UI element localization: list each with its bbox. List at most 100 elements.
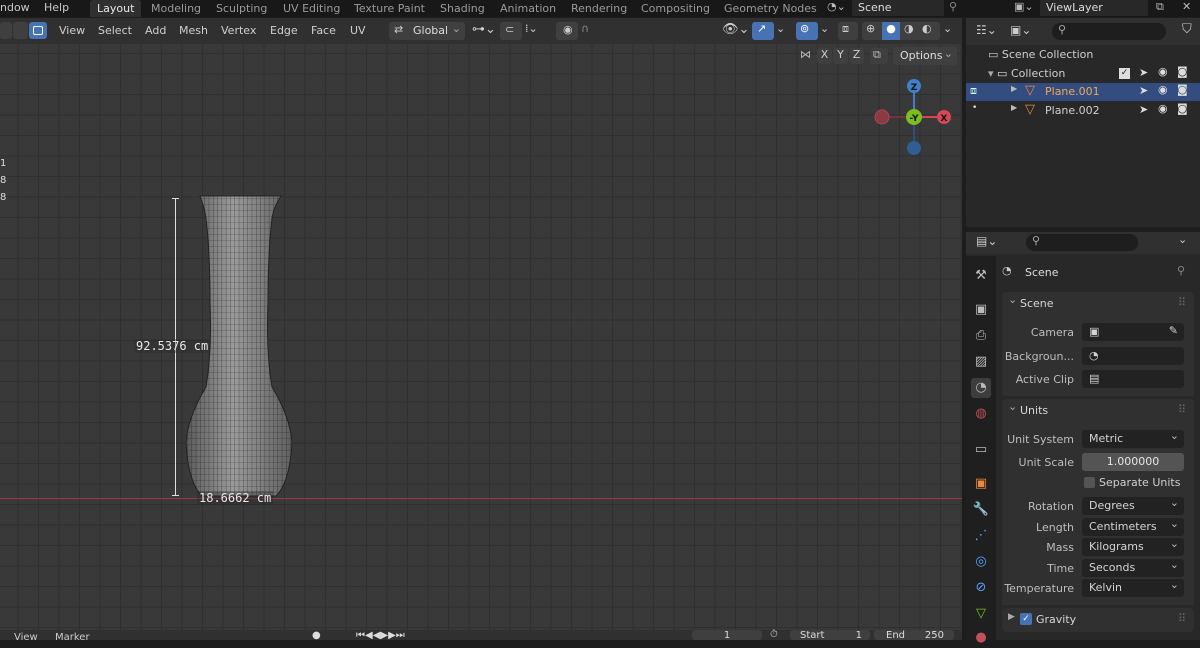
world-tab-icon[interactable]: ◍ [971,404,991,424]
options-chevron-icon[interactable]: ⌄ [1178,233,1187,246]
view-layer-icon[interactable]: ▣⌄ [1014,0,1034,13]
menu-mesh[interactable]: Mesh [179,24,208,37]
butterfly-icon[interactable]: ⋈ [800,48,811,61]
menu-window[interactable]: ndow [0,1,30,14]
expand-arrow-icon[interactable]: ▶ [1011,103,1017,112]
unit-scale-field[interactable]: 1.000000 [1082,453,1184,471]
visibility-icon[interactable]: 👁⌄ [722,22,749,37]
properties-search-input[interactable]: ⚲ [1026,234,1138,251]
falloff-icon[interactable]: ∩ [581,22,589,35]
shading-menu[interactable]: ⌄ [943,22,952,35]
current-frame-field[interactable]: 1 [692,630,762,641]
camera-field[interactable]: ▣ ✎ [1082,323,1184,341]
view-layer-selector[interactable]: ViewLayer [1040,0,1148,16]
tab-rendering[interactable]: Rendering [564,0,634,17]
remove-layer-icon[interactable]: ✕ [1182,0,1191,13]
scene-tab-icon[interactable]: ◔ [971,378,991,398]
outliner-search-input[interactable]: ⚲ [1052,23,1166,40]
outliner-item[interactable]: • ▶ ▽ Plane.002 ➤ ◉ ◙ [966,102,1200,120]
tab-texture-paint[interactable]: Texture Paint [347,0,432,17]
output-tab-icon[interactable]: ⎙ [971,326,991,346]
background-field[interactable]: ◔ [1082,347,1184,365]
mass-dropdown[interactable]: Kilograms [1082,537,1184,556]
rotation-dropdown[interactable]: Degrees [1082,496,1184,515]
view-layer-tab-icon[interactable]: ▨ [971,352,991,372]
3d-viewport[interactable]: ⋈ X Y Z ⧉ Options ⌄ 1 8 8 Z X -Y 92.5376 … [0,44,962,630]
pivot-icon[interactable]: ⊶⌄ [472,22,496,37]
editor-type-icon[interactable]: ☷⌄ [976,23,997,37]
menu-view[interactable]: View [59,24,85,37]
menu-face[interactable]: Face [311,24,336,37]
record-icon[interactable]: ● [312,630,321,641]
select-arrow-icon[interactable]: ➤ [1139,84,1148,97]
render-tab-icon[interactable]: ▣ [971,300,991,320]
rendered-shading-icon[interactable]: ◐ [922,22,932,35]
edit-mode-icon[interactable]: ⧈ [970,84,977,98]
tab-uv-editing[interactable]: UV Editing [276,0,347,17]
navigation-gizmo[interactable]: Z X -Y [870,78,960,158]
overlays-menu[interactable]: ⌄ [820,22,829,35]
end-frame-field[interactable]: End 250 [874,630,954,641]
pin-icon[interactable]: ⚲ [1177,264,1185,277]
overlays-toggle[interactable]: ⊚ [796,22,818,40]
start-frame-field[interactable]: Start 1 [790,630,870,641]
tab-sculpting[interactable]: Sculpting [209,0,274,17]
timeline-marker-menu[interactable]: Marker [55,632,90,643]
collection-tab-icon[interactable]: ▭ [971,440,991,460]
tab-geometry-nodes[interactable]: Geometry Nodes [717,0,824,17]
select-mode-edge[interactable] [13,22,28,39]
clock-icon[interactable]: ⏱ [770,629,778,640]
wireframe-shading-icon[interactable]: ⊕ [866,22,875,35]
expand-arrow-icon[interactable]: ▶ [1011,84,1017,93]
mirror-x-button[interactable]: X [817,48,832,64]
mirror-y-button[interactable]: Y [833,48,848,64]
length-dropdown[interactable]: Centimeters [1082,517,1184,536]
eyedropper-icon[interactable]: ✎ [1169,324,1178,337]
shading-modes[interactable]: ⊕ ● ◑ ◐ [862,22,940,40]
select-arrow-icon[interactable]: ➤ [1139,66,1148,79]
menu-select[interactable]: Select [98,24,132,37]
material-shading-icon[interactable]: ◑ [904,22,914,35]
select-mode-vertex[interactable] [0,22,12,39]
drag-handle-icon[interactable]: ⠿ [1178,612,1186,625]
material-tab-icon[interactable]: ● [971,628,991,648]
scene-selector[interactable]: Scene [852,0,944,16]
options-dropdown[interactable]: Options ⌄ [893,47,957,65]
tab-shading[interactable]: Shading [433,0,492,17]
drag-handle-icon[interactable]: ⠿ [1178,296,1186,309]
outliner-item-selected[interactable]: ⧈ ▶ ▽ Plane.001 ➤ ◉ ◙ [966,83,1200,101]
editor-type-icon[interactable]: ▤⌄ [976,234,997,248]
gravity-checkbox[interactable]: ✓ [1020,613,1032,625]
unit-system-dropdown[interactable]: Metric [1082,429,1184,448]
gravity-panel-header[interactable]: ▶ ✓ Gravity ⠿ [1002,608,1194,632]
tab-modeling[interactable]: Modeling [144,0,208,17]
units-panel-header[interactable]: Units⠿ [1002,399,1194,423]
playback-controls-icon[interactable]: ⏮◀◀▶▶⏭ [356,630,405,641]
active-clip-field[interactable]: ▤ [1082,370,1184,388]
timeline-view-menu[interactable]: View [14,632,38,643]
temperature-dropdown[interactable]: Kelvin [1082,578,1184,597]
pin-icon[interactable]: ⚲ [949,0,957,13]
tab-compositing[interactable]: Compositing [634,0,717,17]
new-layer-icon[interactable]: ⧉ [1156,0,1164,14]
camera-icon[interactable]: ◙ [1177,102,1188,115]
snap-settings-icon[interactable]: ⁞⌄ [525,22,538,35]
mirror-z-button[interactable]: Z [849,48,864,64]
menu-vertex[interactable]: Vertex [221,24,256,37]
time-dropdown[interactable]: Seconds [1082,558,1184,577]
drag-handle-icon[interactable]: ⠿ [1178,403,1186,416]
select-arrow-icon[interactable]: ➤ [1139,103,1148,116]
eye-icon[interactable]: ◉ [1158,83,1168,96]
filter-icon[interactable]: ⛉ [1182,22,1192,37]
tab-animation[interactable]: Animation [493,0,563,17]
gizmo-toggle[interactable]: ↗ [752,22,774,40]
collection-row[interactable]: ▾ ▭ Collection [988,67,1065,80]
data-tab-icon[interactable]: ▽ [971,604,991,624]
modifier-tab-icon[interactable]: 🔧 [971,500,991,520]
tab-layout[interactable]: Layout [90,0,142,17]
xray-toggle[interactable]: ⧈ [838,22,858,40]
constraints-tab-icon[interactable]: ⊘ [971,578,991,598]
snap-toggle[interactable]: ⊂ [500,22,522,40]
checkbox-icon[interactable]: ✓ [1119,68,1130,79]
camera-icon[interactable]: ◙ [1177,65,1188,78]
